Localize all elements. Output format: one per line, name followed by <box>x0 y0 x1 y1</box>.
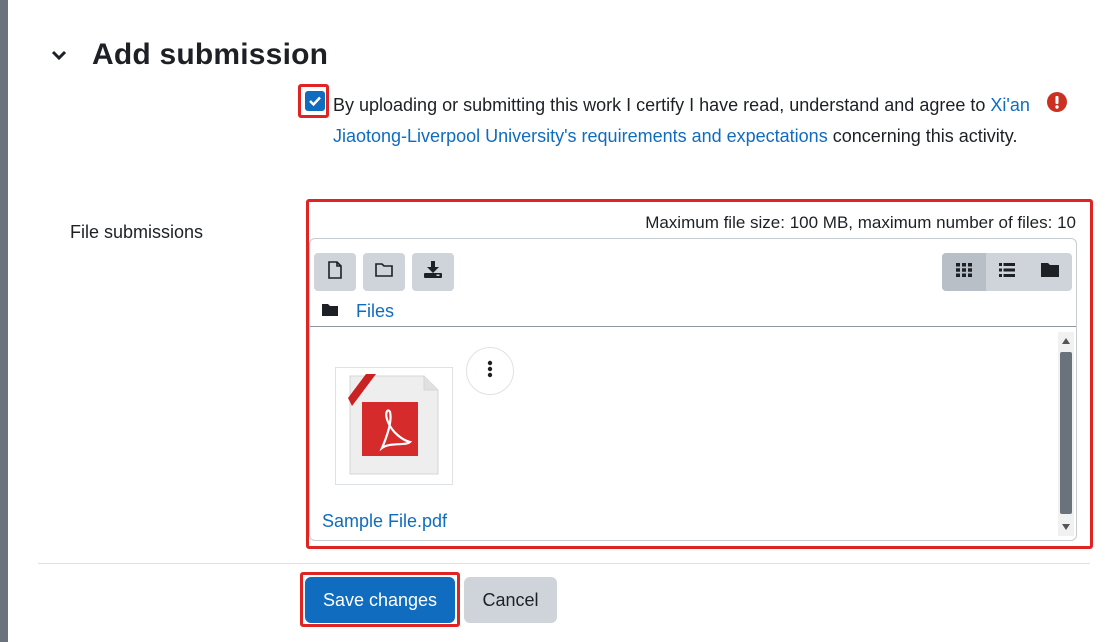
view-icons-button[interactable] <box>942 253 986 291</box>
agreement-text-before: By uploading or submitting this work I c… <box>333 95 991 115</box>
breadcrumb: Files <box>322 301 394 322</box>
more-vertical-icon <box>487 360 493 383</box>
file-options-button[interactable] <box>466 347 514 395</box>
list-icon <box>999 262 1015 282</box>
chevron-down-icon[interactable] <box>48 44 70 66</box>
form-panel: Add submission By uploading or submittin… <box>8 0 1114 642</box>
scroll-thumb[interactable] <box>1060 352 1072 514</box>
folder-icon <box>322 303 338 321</box>
download-icon <box>424 261 442 283</box>
save-changes-button[interactable]: Save changes <box>305 577 455 623</box>
file-picker: Files Sample File.pdf <box>309 238 1077 541</box>
divider <box>310 326 1076 327</box>
scroll-up-arrow-icon[interactable] <box>1062 338 1070 344</box>
view-details-button[interactable] <box>985 253 1029 291</box>
file-submissions-label: File submissions <box>70 222 204 242</box>
create-folder-button[interactable] <box>363 253 405 291</box>
view-switcher <box>942 253 1072 291</box>
agreement-checkbox[interactable] <box>305 91 325 111</box>
section-header[interactable]: Add submission <box>48 38 328 72</box>
file-name-link[interactable]: Sample File.pdf <box>322 511 447 532</box>
download-all-button[interactable] <box>412 253 454 291</box>
required-warning-icon <box>1047 92 1067 112</box>
section-title: Add submission <box>92 38 329 71</box>
breadcrumb-files-link[interactable]: Files <box>356 301 394 322</box>
scrollbar[interactable] <box>1058 332 1074 536</box>
scroll-down-arrow-icon[interactable] <box>1062 524 1070 530</box>
file-thumbnail[interactable] <box>335 367 453 485</box>
form-divider <box>38 563 1090 564</box>
folder-icon <box>1041 262 1059 282</box>
agreement-text-after: concerning this activity. <box>827 126 1018 146</box>
agreement-statement: By uploading or submitting this work I c… <box>333 90 1033 152</box>
cancel-button[interactable]: Cancel <box>464 577 557 623</box>
folder-outline-icon <box>375 262 393 282</box>
max-file-info: Maximum file size: 100 MB, maximum numbe… <box>645 213 1076 232</box>
view-tree-button[interactable] <box>1028 253 1072 291</box>
file-icon <box>327 260 343 284</box>
add-file-button[interactable] <box>314 253 356 291</box>
grid-icon <box>956 262 972 282</box>
